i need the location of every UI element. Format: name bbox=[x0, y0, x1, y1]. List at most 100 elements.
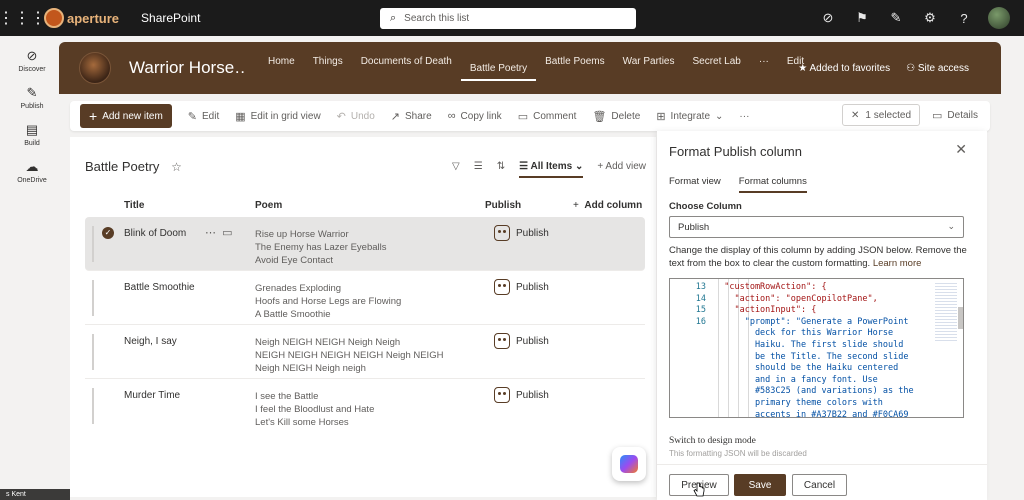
nav-things[interactable]: Things bbox=[304, 56, 352, 81]
poem-line: Grenades Exploding bbox=[255, 283, 342, 294]
publish-label: Publish bbox=[516, 281, 549, 293]
compass-icon: ⊘ bbox=[26, 48, 38, 63]
close-icon[interactable]: ✕ bbox=[955, 141, 967, 158]
code-scrollbar[interactable] bbox=[958, 307, 963, 329]
nav-documents-of-death[interactable]: Documents of Death bbox=[352, 56, 461, 81]
nav-secret-lab[interactable]: Secret Lab bbox=[684, 56, 750, 81]
table-row[interactable]: ✓ Blink of Doom ⋯ ▭ Rise up Horse Warrio… bbox=[85, 217, 645, 271]
row-poem: Neigh NEIGH NEIGH Neigh Neigh NEIGH NEIG… bbox=[255, 336, 443, 375]
publish-action[interactable]: Publish bbox=[494, 387, 549, 403]
nav-war-parties[interactable]: War Parties bbox=[614, 56, 684, 81]
list-title-wrap: Battle Poetry ☆ bbox=[85, 159, 182, 174]
drag-handle[interactable] bbox=[92, 388, 94, 424]
drag-handle[interactable] bbox=[92, 226, 94, 262]
column-header-publish[interactable]: Publish bbox=[485, 200, 521, 211]
row-title[interactable]: Battle Smoothie bbox=[124, 282, 195, 293]
save-button[interactable]: Save bbox=[734, 474, 786, 496]
learn-more-link[interactable]: Learn more bbox=[873, 258, 922, 269]
gear-icon[interactable]: ⚙ bbox=[920, 10, 940, 26]
share-button[interactable]: ↗ Share bbox=[391, 110, 432, 123]
column-select[interactable]: Publish ⌄ bbox=[669, 216, 964, 238]
filter-icon[interactable]: ▽ bbox=[452, 161, 460, 172]
integrate-button[interactable]: ⊞ Integrate ⌄ bbox=[656, 110, 723, 123]
column-select-value: Publish bbox=[678, 222, 710, 233]
trash-icon: 🗑 bbox=[592, 110, 607, 123]
app-name[interactable]: SharePoint bbox=[141, 11, 200, 25]
help-icon[interactable]: ? bbox=[954, 11, 974, 26]
rail-item-build[interactable]: ▤ Build bbox=[0, 122, 64, 147]
drag-handle[interactable] bbox=[92, 334, 94, 370]
design-mode-link[interactable]: Switch to design mode bbox=[669, 436, 756, 446]
edit-button[interactable]: ✎ Edit bbox=[188, 110, 219, 123]
comment-button[interactable]: ▭ Comment bbox=[518, 110, 577, 123]
row-checkmark-icon[interactable]: ✓ bbox=[102, 227, 114, 239]
table-row[interactable]: Murder Time I see the Battle I feel the … bbox=[85, 379, 645, 433]
table-row[interactable]: Battle Smoothie Grenades Exploding Hoofs… bbox=[85, 271, 645, 325]
comment-icon[interactable]: ▭ bbox=[222, 227, 232, 239]
site-title[interactable]: Warrior Horse… bbox=[129, 58, 247, 78]
code-line: primary theme colors with bbox=[714, 398, 883, 408]
favorites-button[interactable]: ★ Added to favorites bbox=[798, 63, 890, 74]
row-title[interactable]: Neigh, I say bbox=[124, 336, 177, 347]
publish-label: Publish bbox=[516, 389, 549, 401]
megaphone-icon[interactable]: ⚑ bbox=[852, 10, 872, 26]
code-line: "customRowAction": { bbox=[714, 282, 827, 292]
nav-battle-poems[interactable]: Battle Poems bbox=[536, 56, 613, 81]
delete-button[interactable]: 🗑 Delete bbox=[592, 110, 640, 123]
logo-mark-icon bbox=[44, 8, 64, 28]
add-column-button[interactable]: + Add column bbox=[573, 200, 642, 211]
more-icon[interactable]: ⋯ bbox=[205, 227, 216, 239]
design-mode-note: This formatting JSON will be discarded bbox=[669, 449, 807, 458]
row-title[interactable]: Blink of Doom bbox=[124, 228, 186, 239]
row-poem: Rise up Horse Warrior The Enemy has Laze… bbox=[255, 228, 386, 267]
star-icon[interactable]: ☆ bbox=[171, 160, 182, 174]
sort-icon[interactable]: ⇅ bbox=[497, 161, 505, 172]
column-header-poem[interactable]: Poem bbox=[255, 200, 282, 211]
code-minimap[interactable] bbox=[935, 281, 957, 341]
more-commands-button[interactable]: ··· bbox=[739, 111, 749, 122]
copilot-status-icon[interactable]: ⊘ bbox=[818, 10, 838, 26]
undo-button[interactable]: ↶ Undo bbox=[337, 110, 375, 123]
table-row[interactable]: Neigh, I say Neigh NEIGH NEIGH Neigh Nei… bbox=[85, 325, 645, 379]
drag-handle[interactable] bbox=[92, 280, 94, 316]
feedback-icon[interactable]: ✎ bbox=[886, 10, 906, 26]
selection-count: 1 selected bbox=[865, 109, 912, 121]
chevron-down-icon: ⌄ bbox=[574, 161, 584, 172]
nav-more[interactable]: ··· bbox=[750, 56, 778, 81]
panel-footer: Preview Save Cancel bbox=[657, 464, 987, 500]
cancel-button[interactable]: Cancel bbox=[792, 474, 847, 496]
app-launcher-icon[interactable]: ⋮⋮⋮ bbox=[0, 0, 46, 36]
copy-link-button[interactable]: ∞ Copy link bbox=[448, 110, 502, 122]
nav-battle-poetry[interactable]: Battle Poetry bbox=[460, 63, 537, 81]
column-header-title[interactable]: Title bbox=[124, 200, 144, 211]
avatar[interactable] bbox=[988, 7, 1010, 29]
publish-action[interactable]: Publish bbox=[494, 225, 549, 241]
comment-label: Comment bbox=[533, 110, 577, 122]
site-access-button[interactable]: ⚇ Site access bbox=[906, 63, 969, 74]
rail-item-publish[interactable]: ✎ Publish bbox=[0, 85, 64, 110]
copilot-robot-icon bbox=[494, 225, 510, 241]
json-editor[interactable]: 13 "customRowAction": {14 "action": "ope… bbox=[669, 278, 964, 418]
row-title[interactable]: Murder Time bbox=[124, 390, 180, 401]
tab-format-columns[interactable]: Format columns bbox=[738, 176, 807, 193]
rail-item-onedrive[interactable]: ☁ OneDrive bbox=[0, 159, 64, 184]
selection-count-button[interactable]: ✕ 1 selected bbox=[842, 104, 921, 126]
edit-grid-view-button[interactable]: ▦ Edit in grid view bbox=[235, 110, 320, 123]
nav-home[interactable]: Home bbox=[259, 56, 304, 81]
chevron-down-icon: ⌄ bbox=[947, 221, 955, 231]
chevron-down-icon: ⌄ bbox=[715, 110, 724, 122]
org-logo[interactable]: aperture bbox=[44, 8, 119, 28]
copilot-button[interactable] bbox=[612, 447, 646, 481]
group-icon[interactable]: ☰ bbox=[474, 161, 483, 172]
add-new-item-button[interactable]: + Add new item bbox=[80, 104, 172, 128]
row-poem: Grenades Exploding Hoofs and Horse Legs … bbox=[255, 282, 401, 321]
publish-action[interactable]: Publish bbox=[494, 333, 549, 349]
search-input[interactable]: ⌕ Search this list bbox=[380, 8, 636, 29]
site-logo[interactable] bbox=[79, 52, 111, 84]
view-selector[interactable]: ☰ All Items ⌄ bbox=[519, 161, 584, 178]
rail-item-discover[interactable]: ⊘ Discover bbox=[0, 48, 64, 73]
details-button[interactable]: ▭ Details bbox=[932, 109, 978, 122]
tab-format-view[interactable]: Format view bbox=[669, 176, 721, 193]
publish-action[interactable]: Publish bbox=[494, 279, 549, 295]
add-view-button[interactable]: + Add view bbox=[597, 161, 646, 172]
